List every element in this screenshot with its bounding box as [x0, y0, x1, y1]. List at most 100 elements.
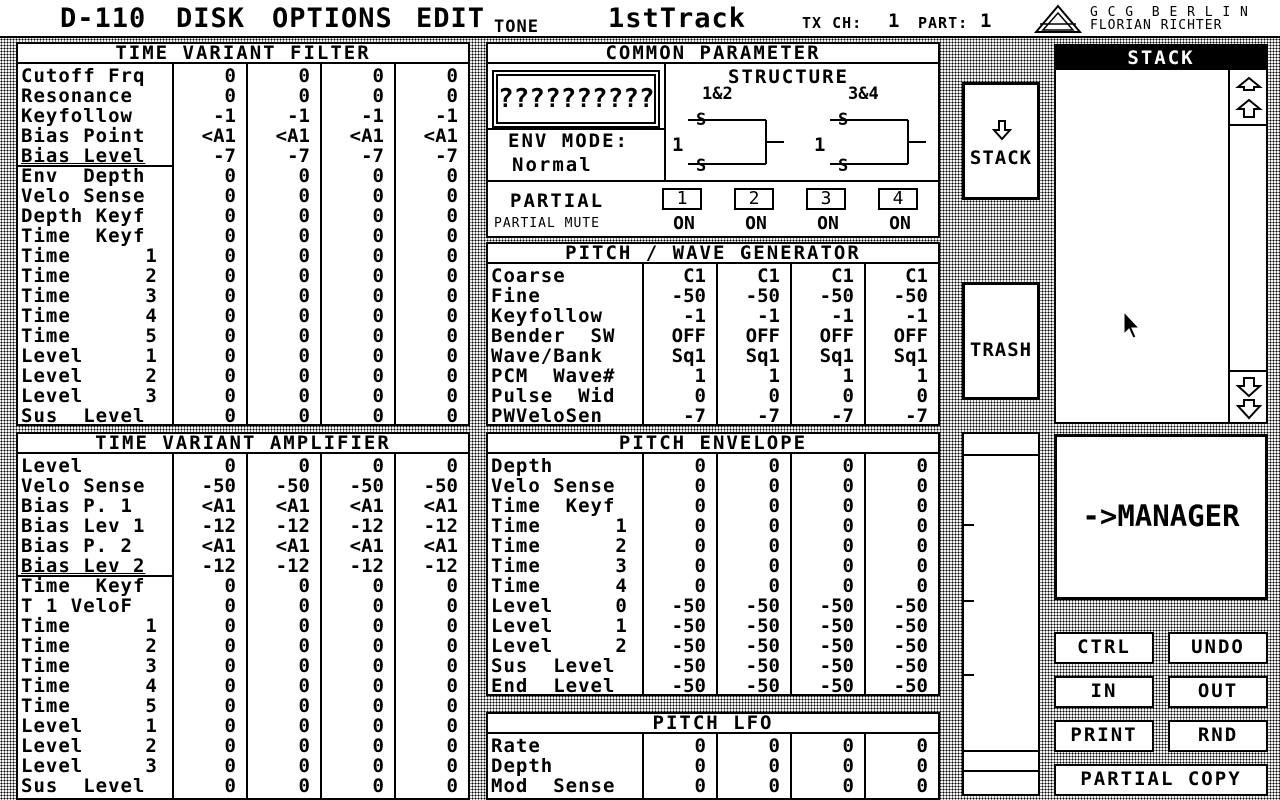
tva-value-partial-2[interactable]: -50	[248, 476, 310, 496]
tvf-value-partial-1[interactable]: 0	[174, 386, 236, 406]
tvf-value-partial-4[interactable]: 0	[396, 206, 458, 226]
penv-value-partial-4[interactable]: 0	[866, 536, 928, 556]
tvf-value-partial-3[interactable]: 0	[322, 86, 384, 106]
plfo-value-partial-4[interactable]: 0	[866, 776, 928, 796]
tva-value-partial-2[interactable]: -12	[248, 556, 310, 576]
tva-value-partial-3[interactable]: 0	[322, 576, 384, 596]
penv-value-partial-3[interactable]: 0	[792, 476, 854, 496]
out-button[interactable]: OUT	[1168, 676, 1268, 708]
plfo-value-partial-1[interactable]: 0	[644, 756, 706, 776]
tone-name[interactable]: 1stTrack	[608, 3, 746, 35]
tvf-value-partial-3[interactable]: 0	[322, 406, 384, 426]
structure-diagram-34[interactable]	[808, 108, 928, 178]
tvf-value-partial-4[interactable]: 0	[396, 166, 458, 186]
tva-value-partial-1[interactable]: 0	[174, 636, 236, 656]
tvf-value-partial-1[interactable]: 0	[174, 346, 236, 366]
undo-button[interactable]: UNDO	[1168, 632, 1268, 664]
pwg-value-partial-2[interactable]: -50	[718, 286, 780, 306]
penv-value-partial-4[interactable]: 0	[866, 456, 928, 476]
tvf-value-partial-3[interactable]: 0	[322, 326, 384, 346]
pwg-value-partial-2[interactable]: OFF	[718, 326, 780, 346]
penv-value-partial-2[interactable]: 0	[718, 576, 780, 596]
stack-scrollbar[interactable]	[1230, 70, 1266, 422]
pwg-value-partial-1[interactable]: -1	[644, 306, 706, 326]
tvf-value-partial-2[interactable]: 0	[248, 406, 310, 426]
tvf-value-partial-3[interactable]: 0	[322, 186, 384, 206]
tva-value-partial-2[interactable]: <A1	[248, 536, 310, 556]
penv-value-partial-3[interactable]: -50	[792, 676, 854, 696]
penv-value-partial-1[interactable]: 0	[644, 576, 706, 596]
pwg-value-partial-2[interactable]: -7	[718, 406, 780, 426]
partial-4-mute-toggle[interactable]: ON	[880, 214, 920, 234]
tvf-value-partial-2[interactable]: <A1	[248, 126, 310, 146]
tvf-value-partial-1[interactable]: -7	[174, 146, 236, 166]
tvf-value-partial-1[interactable]: 0	[174, 306, 236, 326]
partial-3-button[interactable]: 3	[806, 188, 846, 210]
tvf-value-partial-3[interactable]: <A1	[322, 126, 384, 146]
tva-value-partial-3[interactable]: 0	[322, 616, 384, 636]
pwg-value-partial-2[interactable]: -1	[718, 306, 780, 326]
tva-value-partial-4[interactable]: <A1	[396, 536, 458, 556]
tvf-value-partial-3[interactable]: -1	[322, 106, 384, 126]
tva-value-partial-4[interactable]: 0	[396, 616, 458, 636]
tvf-value-partial-3[interactable]: 0	[322, 266, 384, 286]
tvf-value-partial-1[interactable]: 0	[174, 226, 236, 246]
tvf-value-partial-3[interactable]: 0	[322, 346, 384, 366]
tva-value-partial-2[interactable]: 0	[248, 596, 310, 616]
tva-value-partial-4[interactable]: 0	[396, 456, 458, 476]
tvf-value-partial-2[interactable]: 0	[248, 306, 310, 326]
penv-value-partial-3[interactable]: -50	[792, 656, 854, 676]
tvf-value-partial-4[interactable]: 0	[396, 346, 458, 366]
pwg-value-partial-3[interactable]: -1	[792, 306, 854, 326]
tvf-value-partial-1[interactable]: 0	[174, 66, 236, 86]
plfo-value-partial-2[interactable]: 0	[718, 776, 780, 796]
tva-value-partial-2[interactable]: 0	[248, 696, 310, 716]
in-button[interactable]: IN	[1054, 676, 1154, 708]
tva-value-partial-1[interactable]: 0	[174, 456, 236, 476]
penv-value-partial-2[interactable]: -50	[718, 616, 780, 636]
tva-value-partial-1[interactable]: 0	[174, 696, 236, 716]
tva-value-partial-1[interactable]: 0	[174, 716, 236, 736]
penv-value-partial-4[interactable]: 0	[866, 476, 928, 496]
tvf-value-partial-2[interactable]: 0	[248, 286, 310, 306]
partial-1-mute-toggle[interactable]: ON	[664, 214, 704, 234]
tva-value-partial-1[interactable]: <A1	[174, 536, 236, 556]
tva-value-partial-4[interactable]: 0	[396, 776, 458, 796]
tvf-value-partial-2[interactable]: -7	[248, 146, 310, 166]
partial-2-button[interactable]: 2	[734, 188, 774, 210]
penv-value-partial-3[interactable]: -50	[792, 636, 854, 656]
partial-4-button[interactable]: 4	[878, 188, 918, 210]
tva-value-partial-2[interactable]: <A1	[248, 496, 310, 516]
tvf-value-partial-2[interactable]: 0	[248, 166, 310, 186]
penv-value-partial-3[interactable]: 0	[792, 576, 854, 596]
pwg-value-partial-1[interactable]: Sq1	[644, 346, 706, 366]
penv-value-partial-1[interactable]: 0	[644, 536, 706, 556]
tva-value-partial-2[interactable]: 0	[248, 456, 310, 476]
penv-value-partial-4[interactable]: -50	[866, 636, 928, 656]
tvf-value-partial-4[interactable]: 0	[396, 246, 458, 266]
tvf-value-partial-3[interactable]: 0	[322, 226, 384, 246]
slider-track[interactable]	[962, 432, 1040, 796]
tvf-value-partial-3[interactable]: 0	[322, 166, 384, 186]
tvf-value-partial-4[interactable]: 0	[396, 226, 458, 246]
tva-value-partial-1[interactable]: 0	[174, 656, 236, 676]
plfo-value-partial-3[interactable]: 0	[792, 736, 854, 756]
penv-value-partial-1[interactable]: -50	[644, 636, 706, 656]
tva-value-partial-2[interactable]: 0	[248, 676, 310, 696]
tva-value-partial-2[interactable]: 0	[248, 716, 310, 736]
tvf-value-partial-1[interactable]: 0	[174, 186, 236, 206]
pwg-value-partial-3[interactable]: 0	[792, 386, 854, 406]
ctrl-button[interactable]: CTRL	[1054, 632, 1154, 664]
plfo-value-partial-2[interactable]: 0	[718, 756, 780, 776]
pwg-value-partial-1[interactable]: OFF	[644, 326, 706, 346]
tva-value-partial-2[interactable]: 0	[248, 636, 310, 656]
tone-name-box[interactable]: ??????????	[492, 70, 660, 128]
tva-value-partial-3[interactable]: 0	[322, 596, 384, 616]
penv-value-partial-4[interactable]: 0	[866, 496, 928, 516]
tx-channel-value[interactable]: 1	[888, 10, 900, 32]
part-value[interactable]: 1	[980, 10, 992, 32]
penv-value-partial-4[interactable]: -50	[866, 676, 928, 696]
tvf-value-partial-2[interactable]: 0	[248, 346, 310, 366]
tva-value-partial-4[interactable]: 0	[396, 716, 458, 736]
plfo-value-partial-3[interactable]: 0	[792, 756, 854, 776]
